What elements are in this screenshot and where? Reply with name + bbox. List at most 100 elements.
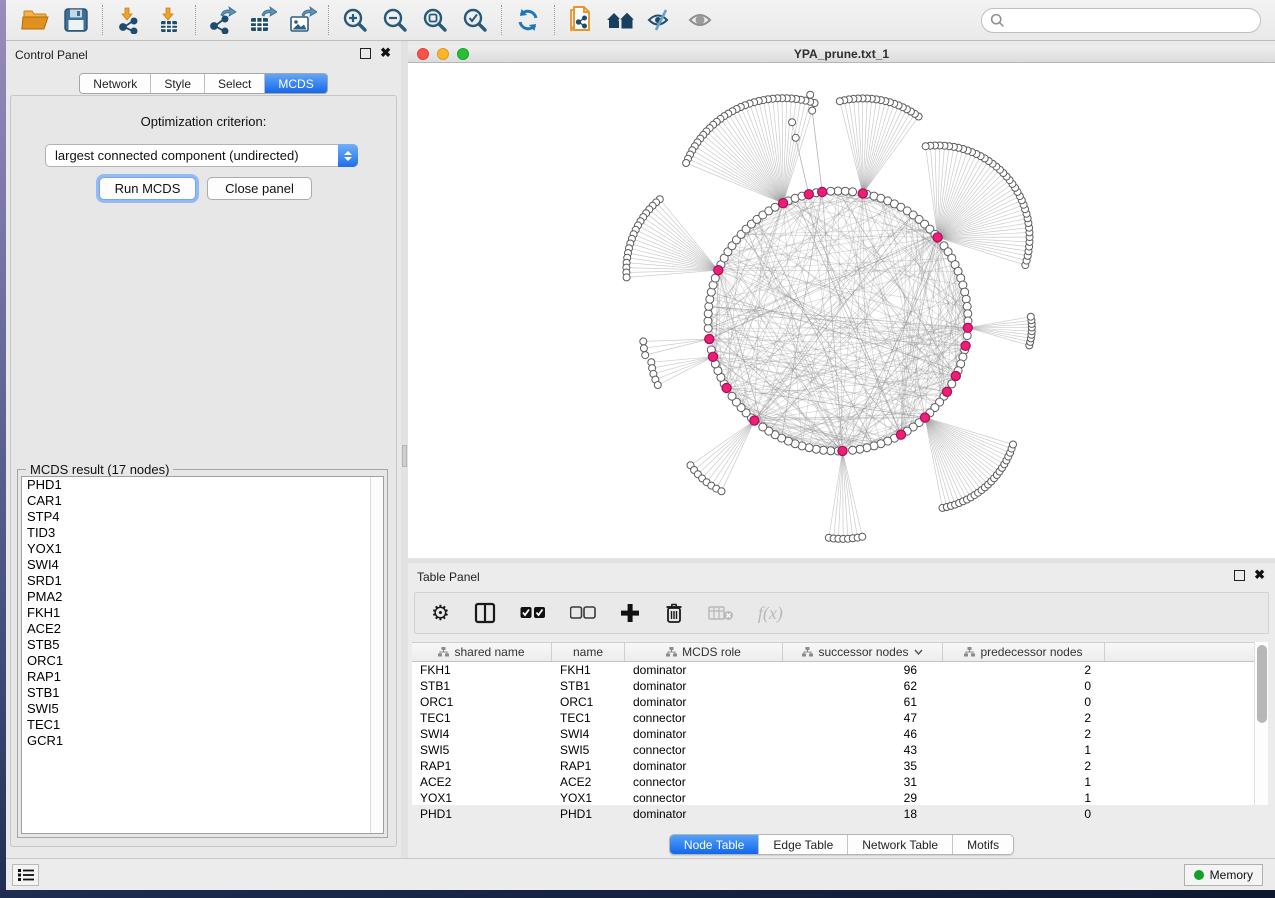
tab-motifs[interactable]: Motifs xyxy=(953,835,1013,854)
mcds-result-item[interactable]: PHD1 xyxy=(22,477,383,493)
table-panel-title: Table Panel xyxy=(417,570,480,584)
delete-column-trash-icon[interactable] xyxy=(664,598,684,628)
mcds-result-item[interactable]: TID3 xyxy=(22,525,383,541)
mcds-list-scrollbar[interactable] xyxy=(370,477,383,833)
table-row[interactable]: SWI5SWI5connector431 xyxy=(412,742,1268,758)
memory-button[interactable]: Memory xyxy=(1184,864,1263,886)
task-history-button[interactable] xyxy=(12,864,39,886)
mcds-result-item[interactable]: SWI4 xyxy=(22,557,383,573)
save-session-button[interactable] xyxy=(56,3,96,37)
table-cell: 47 xyxy=(783,711,943,725)
mcds-result-item[interactable]: YOX1 xyxy=(22,541,383,557)
mcds-result-item[interactable]: STB5 xyxy=(22,637,383,653)
toolbar-search[interactable] xyxy=(981,8,1261,33)
toolbar-separator xyxy=(195,5,196,35)
zoom-in-button[interactable] xyxy=(335,3,375,37)
refresh-button[interactable] xyxy=(508,3,548,37)
close-panel-button[interactable]: Close panel xyxy=(207,177,312,200)
deselect-all-icon[interactable] xyxy=(570,598,596,628)
import-network-button[interactable] xyxy=(109,3,149,37)
table-row[interactable]: RAP1RAP1dominator352 xyxy=(412,758,1268,774)
mcds-result-item[interactable]: ACE2 xyxy=(22,621,383,637)
column-header-successor-nodes[interactable]: successor nodes xyxy=(783,643,943,661)
mcds-result-groupbox: MCDS result (17 nodes) PHD1CAR1STP4TID3Y… xyxy=(17,469,388,838)
table-cell: 1 xyxy=(943,743,1105,757)
table-scrollbar-thumb[interactable] xyxy=(1257,645,1267,723)
export-image-button[interactable] xyxy=(282,3,322,37)
float-table-panel-icon[interactable] xyxy=(1234,570,1245,581)
tab-style[interactable]: Style xyxy=(151,74,205,93)
zoom-out-button[interactable] xyxy=(375,3,415,37)
table-settings-gear-icon[interactable]: ⚙ xyxy=(431,598,450,628)
tab-mcds[interactable]: MCDS xyxy=(265,74,326,93)
close-table-panel-icon[interactable]: ✖ xyxy=(1254,568,1265,581)
optimization-criterion-dropdown[interactable]: largest connected component (undirected) xyxy=(45,144,358,167)
tab-edge-table[interactable]: Edge Table xyxy=(759,835,848,854)
tab-network[interactable]: Network xyxy=(80,74,151,93)
close-panel-icon[interactable]: ✖ xyxy=(380,46,391,59)
add-column-icon[interactable] xyxy=(620,598,640,628)
mcds-result-item[interactable]: CAR1 xyxy=(22,493,383,509)
select-all-icon[interactable] xyxy=(520,598,546,628)
column-view-icon[interactable] xyxy=(474,598,496,628)
export-network-button[interactable] xyxy=(202,3,242,37)
table-row[interactable]: ACE2ACE2connector311 xyxy=(412,774,1268,790)
table-cell: 43 xyxy=(783,743,943,757)
mcds-result-item[interactable]: SWI5 xyxy=(22,701,383,717)
table-cell: dominator xyxy=(625,727,783,741)
zoom-selected-button[interactable] xyxy=(455,3,495,37)
mcds-result-item[interactable]: FKH1 xyxy=(22,605,383,621)
search-input[interactable] xyxy=(1005,11,1260,31)
home-networks-button[interactable] xyxy=(601,3,641,37)
refresh-icon xyxy=(514,6,542,34)
tab-network-table[interactable]: Network Table xyxy=(848,835,953,854)
table-row[interactable]: YOX1YOX1connector291 xyxy=(412,790,1268,806)
zoom-selected-icon xyxy=(461,6,489,34)
mcds-result-item[interactable]: STB1 xyxy=(22,685,383,701)
mcds-result-item[interactable]: PMA2 xyxy=(22,589,383,605)
mcds-result-item[interactable]: TEC1 xyxy=(22,717,383,733)
zoom-fit-button[interactable] xyxy=(415,3,455,37)
table-row[interactable]: PHD1PHD1dominator180 xyxy=(412,806,1268,822)
mcds-result-item[interactable]: STP4 xyxy=(22,509,383,525)
import-table-icon xyxy=(155,6,183,34)
control-panel: Control Panel ✖ NetworkStyleSelectMCDS O… xyxy=(6,41,401,858)
table-cell: dominator xyxy=(625,663,783,677)
open-session-button[interactable] xyxy=(16,3,56,37)
mcds-result-list[interactable]: PHD1CAR1STP4TID3YOX1SWI4SRD1PMA2FKH1ACE2… xyxy=(21,476,384,834)
table-cell: 18 xyxy=(783,807,943,821)
column-header-name[interactable]: name xyxy=(552,643,625,661)
column-header-MCDS-role[interactable]: MCDS role xyxy=(625,643,783,661)
tab-node-table[interactable]: Node Table xyxy=(670,835,760,854)
vertical-splitter[interactable] xyxy=(401,41,408,858)
table-row[interactable]: STB1STB1dominator620 xyxy=(412,678,1268,694)
mcds-result-item[interactable]: ORC1 xyxy=(22,653,383,669)
table-panel-header: Table Panel ✖ xyxy=(408,563,1275,589)
mcds-result-item[interactable]: RAP1 xyxy=(22,669,383,685)
hide-panels-button[interactable] xyxy=(641,3,681,37)
network-canvas[interactable] xyxy=(408,63,1275,558)
table-row[interactable]: FKH1FKH1dominator962 xyxy=(412,662,1268,678)
network-column-icon xyxy=(802,647,813,657)
tab-select[interactable]: Select xyxy=(205,74,265,93)
import-table-button[interactable] xyxy=(149,3,189,37)
control-panel-title: Control Panel xyxy=(15,48,88,62)
mcds-result-item[interactable]: SRD1 xyxy=(22,573,383,589)
splitter-grip[interactable] xyxy=(402,445,407,467)
mcds-result-item[interactable]: GCR1 xyxy=(22,733,383,749)
network-graph[interactable] xyxy=(408,63,1275,558)
table-row[interactable]: SWI4SWI4dominator462 xyxy=(412,726,1268,742)
run-mcds-button[interactable]: Run MCDS xyxy=(99,177,196,200)
network-column-icon xyxy=(964,647,975,657)
column-header-shared-name[interactable]: shared name xyxy=(412,643,552,661)
table-row[interactable]: TEC1TEC1connector472 xyxy=(412,710,1268,726)
show-panels-button[interactable] xyxy=(681,3,721,37)
float-panel-icon[interactable] xyxy=(360,48,371,59)
optimization-criterion-label: Optimization criterion: xyxy=(11,114,396,129)
table-row[interactable]: ORC1ORC1dominator610 xyxy=(412,694,1268,710)
share-network-document-button[interactable] xyxy=(561,3,601,37)
search-icon xyxy=(990,13,1005,28)
export-table-button[interactable] xyxy=(242,3,282,37)
table-scrollbar[interactable] xyxy=(1254,642,1268,805)
column-header-predecessor-nodes[interactable]: predecessor nodes xyxy=(943,643,1105,661)
